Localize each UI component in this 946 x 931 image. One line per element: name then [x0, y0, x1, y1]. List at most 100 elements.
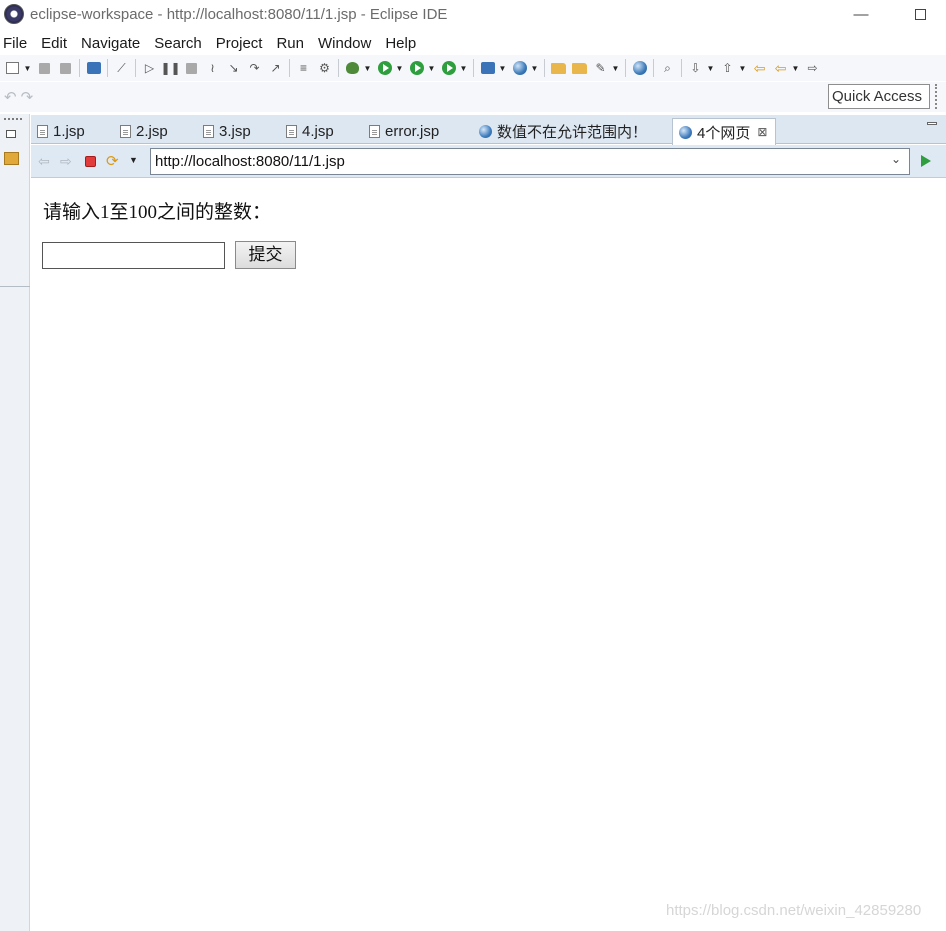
previous-annotation-dropdown-icon[interactable]: ▼: [738, 60, 747, 76]
tab-2-jsp[interactable]: 2.jsp: [120, 119, 168, 144]
coverage-dropdown-icon[interactable]: ▼: [427, 60, 436, 76]
debug-dropdown-icon[interactable]: ▼: [363, 60, 372, 76]
tab-label: 4个网页: [697, 124, 751, 142]
history-dropdown-icon[interactable]: ▼: [129, 155, 138, 165]
coverage-icon[interactable]: [408, 60, 425, 76]
search-icon[interactable]: ⌕: [659, 60, 676, 76]
minimize-editor-icon[interactable]: [927, 122, 937, 125]
refresh-icon[interactable]: ⟳: [106, 152, 119, 170]
skip-breakpoints-icon[interactable]: ⟋: [113, 60, 130, 76]
menu-bar: File Edit Navigate Search Project Run Wi…: [0, 32, 427, 54]
terminate-icon[interactable]: [183, 60, 200, 76]
new-java-class-icon[interactable]: [511, 60, 528, 76]
close-tab-icon[interactable]: ⊠: [757, 125, 767, 139]
tab-label: 2.jsp: [136, 123, 168, 140]
toolbar-separator: [289, 59, 290, 77]
window-title: eclipse-workspace - http://localhost:808…: [30, 5, 448, 23]
toolbar-grip-icon[interactable]: [935, 84, 938, 109]
number-input[interactable]: [42, 242, 225, 269]
chevron-down-icon[interactable]: ⌄: [891, 152, 901, 166]
toolbar-separator: [544, 59, 545, 77]
menu-run[interactable]: Run: [273, 35, 311, 52]
use-step-filters-icon[interactable]: ≡: [295, 60, 312, 76]
toolbar-separator: [135, 59, 136, 77]
back-arrow-icon[interactable]: ⇦: [38, 153, 50, 170]
open-web-browser-icon[interactable]: [631, 60, 648, 76]
previous-annotation-icon[interactable]: ⇧: [719, 60, 736, 76]
run-dropdown-icon[interactable]: ▼: [395, 60, 404, 76]
editor-tab-bar: 1.jsp 2.jsp 3.jsp 4.jsp error.jsp 数值不在允许…: [31, 115, 946, 145]
step-over-icon[interactable]: ↷: [246, 60, 263, 76]
tab-label: 数值不在允许范围内！: [497, 124, 648, 141]
tab-3-jsp[interactable]: 3.jsp: [203, 119, 251, 144]
url-field[interactable]: http://localhost:8080/11/1.jsp: [150, 148, 910, 175]
minimize-button[interactable]: —: [841, 2, 881, 26]
main-toolbar: ▼ ⟋ ▷ ❚❚ ≀ ↘ ↷ ↗ ≡ ⚙ ▼ ▼ ▼ ▼ ▼ ▼ ✎ ▼ ⌕ ⇩…: [0, 55, 946, 81]
open-task-dropdown-icon[interactable]: ▼: [611, 60, 620, 76]
save-icon[interactable]: [36, 60, 53, 76]
suspend-icon[interactable]: ❚❚: [160, 60, 180, 76]
run-icon[interactable]: [376, 60, 393, 76]
menu-window[interactable]: Window: [315, 35, 378, 52]
secondary-toolbar: ↶↷: [0, 82, 946, 112]
resume-icon[interactable]: ▷: [141, 60, 158, 76]
new-java-class-dropdown-icon[interactable]: ▼: [530, 60, 539, 76]
tab-label: 3.jsp: [219, 123, 251, 140]
next-annotation-icon[interactable]: ⇩: [687, 60, 704, 76]
last-edit-location-icon[interactable]: ⇦: [751, 60, 768, 76]
tab-4-pages[interactable]: 4个网页 ⊠: [672, 118, 777, 145]
disconnect-icon[interactable]: ≀: [204, 60, 221, 76]
new-icon[interactable]: [4, 60, 21, 76]
back-dropdown-icon[interactable]: ▼: [791, 60, 800, 76]
stop-icon[interactable]: [85, 156, 96, 167]
project-explorer-icon[interactable]: [4, 152, 19, 165]
new-server-icon[interactable]: [479, 60, 496, 76]
jsp-file-icon: [286, 125, 297, 138]
minimize-icon: —: [853, 5, 869, 23]
tab-1-jsp[interactable]: 1.jsp: [37, 119, 85, 144]
new-dropdown-icon[interactable]: ▼: [23, 60, 32, 76]
external-tools-dropdown-icon[interactable]: ▼: [459, 60, 468, 76]
new-server-dropdown-icon[interactable]: ▼: [498, 60, 507, 76]
terminal-icon[interactable]: [85, 60, 102, 76]
tab-error-jsp[interactable]: error.jsp: [369, 119, 439, 144]
toolbar-separator: [338, 59, 339, 77]
globe-icon: [679, 125, 692, 139]
open-type-icon[interactable]: [550, 60, 567, 76]
drag-handle-icon[interactable]: [4, 118, 22, 120]
maximize-button[interactable]: [900, 2, 940, 26]
menu-navigate[interactable]: Navigate: [78, 35, 147, 52]
go-icon[interactable]: [921, 155, 931, 167]
submit-button[interactable]: 提交: [235, 241, 296, 269]
external-tools-icon[interactable]: [440, 60, 457, 76]
restore-icon[interactable]: [6, 130, 16, 138]
forward-arrow-icon[interactable]: ⇨: [60, 153, 72, 170]
step-into-icon[interactable]: ↘: [225, 60, 242, 76]
save-all-icon[interactable]: [57, 60, 74, 76]
back-icon[interactable]: ⇦: [772, 60, 789, 76]
tab-out-of-range[interactable]: 数值不在允许范围内！: [479, 119, 647, 144]
left-trim-stack: [0, 114, 30, 931]
debug-icon[interactable]: [344, 60, 361, 76]
open-resource-icon[interactable]: [571, 60, 588, 76]
trim-separator: [0, 286, 30, 287]
title-bar: eclipse-workspace - http://localhost:808…: [0, 0, 946, 28]
menu-file[interactable]: File: [0, 35, 34, 52]
tab-4-jsp[interactable]: 4.jsp: [286, 119, 334, 144]
menu-project[interactable]: Project: [213, 35, 270, 52]
quick-access-field[interactable]: Quick Access: [828, 84, 930, 109]
menu-help[interactable]: Help: [382, 35, 423, 52]
globe-icon: [479, 125, 492, 138]
next-annotation-dropdown-icon[interactable]: ▼: [706, 60, 715, 76]
menu-search[interactable]: Search: [151, 35, 209, 52]
browser-page: 请输入1至100之间的整数： 提交 https://blog.csdn.net/…: [31, 179, 946, 931]
toolbar-separator: [653, 59, 654, 77]
forward-icon[interactable]: ⇨: [804, 60, 821, 76]
undo-redo-icon[interactable]: ↶↷: [4, 88, 37, 106]
tab-label: 4.jsp: [302, 123, 334, 140]
build-icon[interactable]: ⚙: [316, 60, 333, 76]
jsp-file-icon: [369, 125, 380, 138]
open-task-icon[interactable]: ✎: [592, 60, 609, 76]
step-return-icon[interactable]: ↗: [267, 60, 284, 76]
menu-edit[interactable]: Edit: [38, 35, 74, 52]
